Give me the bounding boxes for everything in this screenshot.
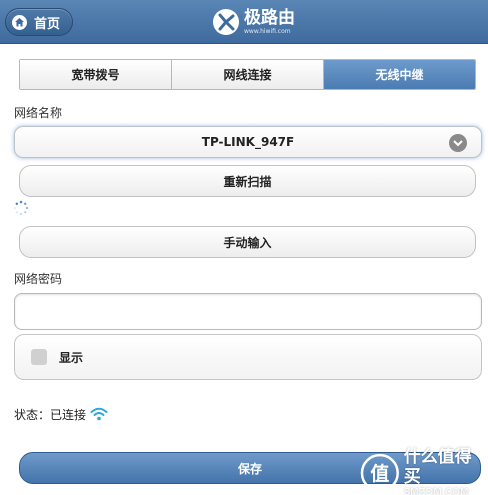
home-icon (12, 14, 27, 30)
rescan-button[interactable]: 重新扫描 (19, 165, 476, 197)
loading-spinner-icon (14, 200, 29, 215)
tab-wireless-repeater[interactable]: 无线中继 (324, 60, 475, 89)
brand-logo: 极路由 www.hiwifi.com (212, 6, 295, 38)
password-label: 网络密码 (14, 272, 63, 286)
show-password-toggle[interactable]: 显示 (14, 334, 482, 380)
brand-url: www.hiwifi.com (244, 28, 291, 35)
password-input[interactable] (14, 293, 482, 330)
hiwifi-logo-icon (213, 9, 239, 35)
selected-ssid: TP-LINK_947F (201, 135, 295, 149)
watermark-en: SMZDM.COM (403, 486, 469, 495)
wifi-icon (90, 407, 108, 421)
network-name-label: 网络名称 (14, 106, 63, 120)
network-name-select[interactable]: TP-LINK_947F (14, 126, 482, 158)
status-text: 状态：已连接 (14, 408, 87, 422)
chevron-down-icon (449, 134, 467, 152)
tab-broadband-dialup[interactable]: 宽带拨号 (20, 60, 172, 89)
brand-name: 极路由 (244, 8, 295, 28)
home-button[interactable]: 首页 (5, 8, 73, 36)
save-button[interactable]: 保存 (19, 452, 481, 484)
tab-wired-connection[interactable]: 网线连接 (172, 60, 324, 89)
show-password-checkbox[interactable] (31, 349, 47, 365)
show-password-label: 显示 (59, 350, 84, 365)
connection-type-tabs: 宽带拨号 网线连接 无线中继 (19, 59, 476, 90)
home-label: 首页 (34, 16, 61, 32)
manual-input-button[interactable]: 手动输入 (19, 226, 476, 258)
connection-status: 状态：已连接 (14, 406, 108, 423)
top-bar: 首页 极路由 www.hiwifi.com (0, 0, 488, 44)
